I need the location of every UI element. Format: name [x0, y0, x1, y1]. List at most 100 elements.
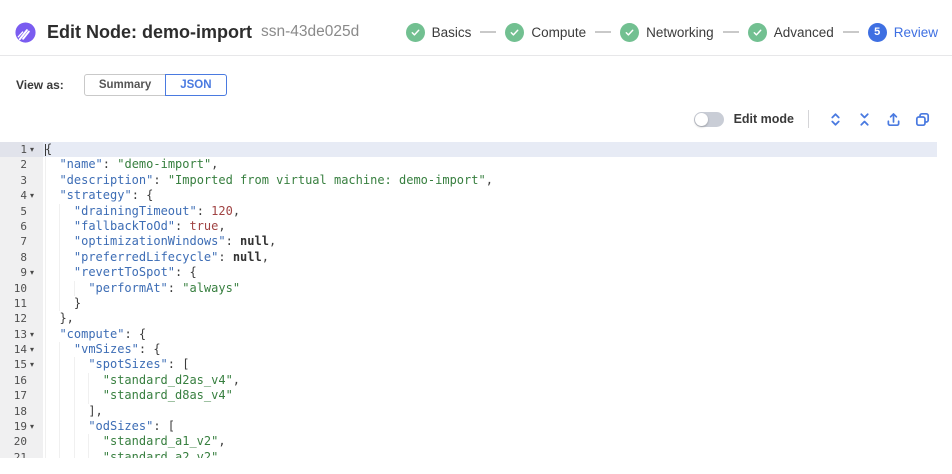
line-number: 17 [0, 388, 30, 403]
step-check-icon [748, 23, 767, 42]
indent-guide [59, 357, 73, 372]
indent-guide [45, 265, 59, 280]
gutter-cell: 18 [0, 404, 43, 419]
indent-guide [59, 419, 73, 434]
token-punct: : { [175, 265, 197, 279]
fold-spacer [30, 281, 43, 296]
token-punct: , [269, 234, 276, 248]
token-str: "Imported from virtual machine: demo-imp… [168, 173, 486, 187]
fold-caret-icon[interactable]: ▾ [30, 357, 43, 372]
indent-guide [59, 342, 73, 357]
token-key: "revertToSpot" [74, 265, 175, 279]
indent-guide [88, 434, 102, 449]
json-editor[interactable]: 1▾{2"name": "demo-import",3"description"… [0, 142, 937, 458]
gutter-cell: 16 [0, 373, 43, 388]
indent-guide [45, 327, 59, 342]
code-line[interactable]: 15▾"spotSizes": [ [0, 357, 937, 372]
token-num: 120 [211, 204, 233, 218]
code-line[interactable]: 10"performAt": "always" [0, 281, 937, 296]
code-line[interactable]: 4▾"strategy": { [0, 188, 937, 203]
toggle-knob [695, 113, 708, 126]
step-number-badge: 5 [868, 23, 887, 42]
indent-guide [59, 404, 73, 419]
token-punct: : [ [153, 419, 175, 433]
gutter-cell: 4▾ [0, 188, 43, 203]
fold-caret-icon[interactable]: ▾ [30, 327, 43, 342]
fold-caret-icon[interactable]: ▾ [30, 419, 43, 434]
line-number: 14 [0, 342, 30, 357]
step-label: Review [894, 25, 938, 40]
code-line[interactable]: 2"name": "demo-import", [0, 157, 937, 172]
gutter-cell: 2 [0, 157, 43, 172]
fold-spacer [30, 434, 43, 449]
gutter-cell: 17 [0, 388, 43, 403]
code-line[interactable]: 12}, [0, 311, 937, 326]
spot-logo-icon [14, 21, 37, 44]
fold-caret-icon[interactable]: ▾ [30, 188, 43, 203]
gutter-cell: 14▾ [0, 342, 43, 357]
indent-guide [45, 234, 59, 249]
collapse-all-button[interactable] [855, 110, 874, 129]
token-punct: } [74, 296, 81, 310]
token-punct: : [168, 281, 182, 295]
code-content: "standard_d2as_v4", [43, 373, 937, 388]
token-str: "standard_d2as_v4" [103, 373, 233, 387]
edit-mode-toggle[interactable] [694, 112, 724, 127]
code-line[interactable]: 17 "standard_d8as_v4" [0, 388, 937, 403]
code-line[interactable]: 13▾"compute": { [0, 327, 937, 342]
code-line[interactable]: 7"optimizationWindows": null, [0, 234, 937, 249]
copy-button[interactable] [913, 110, 932, 129]
gutter-cell: 21 [0, 450, 43, 458]
step-advanced[interactable]: Advanced [748, 23, 834, 42]
expand-all-button[interactable] [826, 110, 845, 129]
token-punct: , [218, 434, 225, 448]
token-punct: : [175, 219, 189, 233]
code-content: "performAt": "always" [43, 281, 937, 296]
fold-spacer [30, 296, 43, 311]
step-compute[interactable]: Compute [505, 23, 586, 42]
view-as-summary-button[interactable]: Summary [84, 74, 166, 96]
token-punct: { [45, 142, 52, 156]
line-number: 12 [0, 311, 30, 326]
code-line[interactable]: 18], [0, 404, 937, 419]
code-content: "standard_d8as_v4" [43, 388, 937, 403]
token-punct: : [103, 157, 117, 171]
code-content: "drainingTimeout": 120, [43, 204, 937, 219]
view-as-json-button[interactable]: JSON [165, 74, 226, 96]
code-line[interactable]: 16"standard_d2as_v4", [0, 373, 937, 388]
code-line[interactable]: 9▾"revertToSpot": { [0, 265, 937, 280]
step-connector [723, 31, 739, 33]
code-line[interactable]: 21"standard_a2_v2", [0, 450, 937, 458]
token-punct: , [486, 173, 493, 187]
code-line[interactable]: 6"fallbackToOd": true, [0, 219, 937, 234]
fold-caret-icon[interactable]: ▾ [30, 265, 43, 280]
token-punct: : [226, 234, 240, 248]
step-networking[interactable]: Networking [620, 23, 714, 42]
code-line[interactable]: 14▾"vmSizes": { [0, 342, 937, 357]
code-line[interactable]: 1▾{ [0, 142, 937, 157]
fold-spacer [30, 157, 43, 172]
code-line[interactable]: 19▾"odSizes": [ [0, 419, 937, 434]
code-line[interactable]: 3"description": "Imported from virtual m… [0, 173, 937, 188]
fold-caret-icon[interactable]: ▾ [30, 142, 43, 157]
gutter-cell: 5 [0, 204, 43, 219]
indent-guide [45, 204, 59, 219]
code-line[interactable]: 8"preferredLifecycle": null, [0, 250, 937, 265]
step-review[interactable]: 5 Review [868, 23, 938, 42]
token-str: "standard_d8as_v4" [103, 388, 233, 402]
code-content: "odSizes": [ [43, 419, 937, 434]
code-line[interactable]: 5"drainingTimeout": 120, [0, 204, 937, 219]
line-number: 19 [0, 419, 30, 434]
token-str: "demo-import" [117, 157, 211, 171]
step-basics[interactable]: Basics [406, 23, 472, 42]
export-button[interactable] [884, 110, 903, 129]
edit-mode-label: Edit mode [734, 112, 794, 126]
indent-guide [88, 450, 102, 458]
fold-spacer [30, 450, 43, 458]
token-punct: : [218, 250, 232, 264]
code-content: "optimizationWindows": null, [43, 234, 937, 249]
fold-caret-icon[interactable]: ▾ [30, 342, 43, 357]
indent-guide [45, 388, 59, 403]
code-line[interactable]: 20"standard_a1_v2", [0, 434, 937, 449]
code-line[interactable]: 11} [0, 296, 937, 311]
